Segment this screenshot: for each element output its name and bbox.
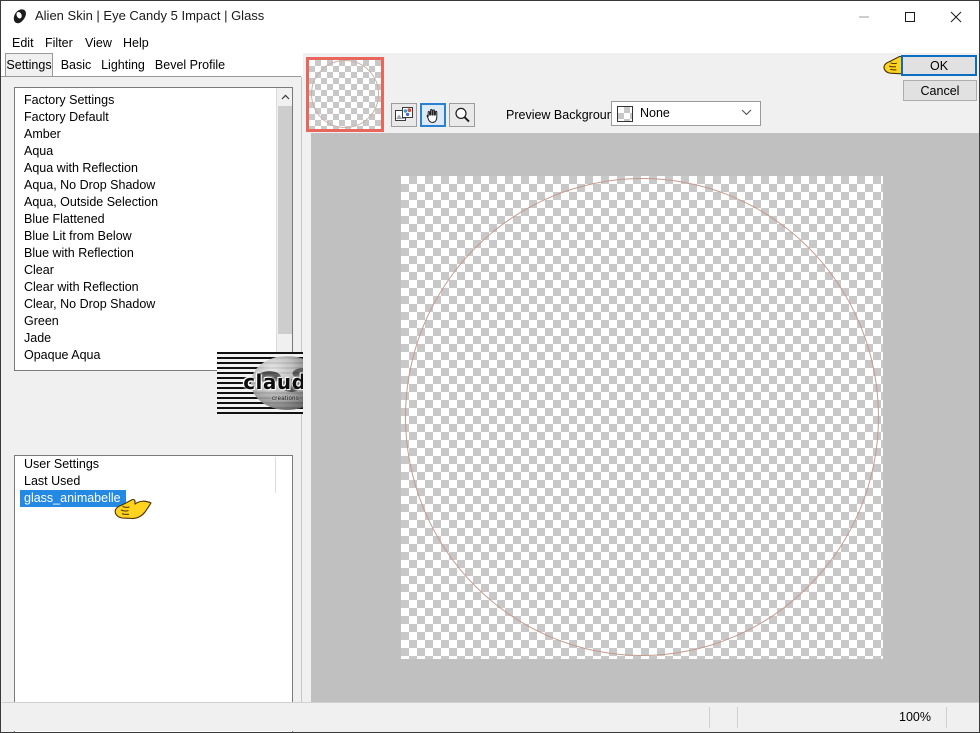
factory-settings-list[interactable]: Factory Settings Factory Default Amber A… [14, 87, 293, 371]
list-item[interactable]: Clear with Reflection [15, 279, 277, 296]
list-item[interactable]: Green [15, 313, 277, 330]
list-item[interactable]: Aqua with Reflection [15, 160, 277, 177]
menu-bar: Edit Filter View Help [1, 32, 979, 53]
compare-view-icon[interactable] [391, 103, 417, 127]
list-item[interactable]: Aqua, No Drop Shadow [15, 177, 277, 194]
app-gem-icon [11, 8, 28, 25]
list-item[interactable]: Clear [15, 262, 277, 279]
settings-panel: Factory Settings Factory Default Amber A… [2, 77, 354, 732]
minimize-button[interactable] [841, 1, 887, 32]
zoom-level-label: 100% [899, 710, 931, 724]
preview-background-label: Preview Background: [506, 108, 625, 122]
list-divider [275, 457, 276, 493]
application-window: Alien Skin | Eye Candy 5 Impact | Glass … [0, 0, 980, 733]
preview-thumbnail[interactable] [306, 57, 384, 132]
list-item[interactable]: Aqua, Outside Selection [15, 194, 277, 211]
scrollbar-thumb[interactable] [278, 106, 292, 334]
cancel-button[interactable]: Cancel [903, 80, 977, 101]
list-item[interactable]: Factory Default [15, 109, 277, 126]
menu-item-help[interactable]: Help [120, 35, 152, 51]
user-settings-list[interactable]: User Settings Last Used glass_animabelle [14, 455, 293, 732]
tab-lighting[interactable]: Lighting [97, 53, 149, 77]
list-item[interactable]: Blue with Reflection [15, 245, 277, 262]
ok-button[interactable]: OK [901, 55, 977, 76]
factory-settings-items: Factory Settings Factory Default Amber A… [15, 88, 277, 370]
status-bar: 100% [2, 702, 979, 731]
menu-item-view[interactable]: View [82, 35, 115, 51]
menu-item-edit[interactable]: Edit [9, 35, 37, 51]
status-separator [946, 707, 947, 728]
pointing-hand-annotation-user-setting [112, 498, 152, 522]
preview-canvas[interactable] [311, 133, 979, 703]
chevron-down-icon[interactable] [741, 107, 752, 119]
list-item[interactable]: Jade [15, 330, 277, 347]
list-item[interactable]: Blue Flattened [15, 211, 277, 228]
hand-pan-icon[interactable] [420, 103, 446, 127]
user-settings-header: User Settings [24, 457, 100, 471]
status-separator [709, 707, 710, 728]
tab-basic[interactable]: Basic [57, 53, 95, 77]
preview-background-select[interactable]: None [611, 101, 761, 126]
tab-bevel-profile[interactable]: Bevel Profile [151, 53, 229, 77]
tab-settings[interactable]: Settings [5, 53, 53, 77]
title-bar: Alien Skin | Eye Candy 5 Impact | Glass [1, 1, 979, 32]
chevron-up-icon[interactable] [277, 88, 292, 105]
glass-circle-outline [405, 178, 879, 656]
maximize-button[interactable] [887, 1, 933, 32]
list-item[interactable]: Blue Lit from Below [15, 228, 277, 245]
preview-background-value: None [640, 106, 670, 120]
list-item[interactable]: Clear, No Drop Shadow [15, 296, 277, 313]
list-item-selected[interactable]: glass_animabelle [20, 490, 126, 507]
artboard-checker-background [401, 176, 883, 659]
list-item[interactable]: Aqua [15, 143, 277, 160]
thumbnail-circle-outline [311, 60, 379, 128]
menu-item-filter[interactable]: Filter [42, 35, 76, 51]
zoom-magnifier-icon[interactable] [449, 103, 475, 127]
list-item[interactable]: Amber [15, 126, 277, 143]
window-title: Alien Skin | Eye Candy 5 Impact | Glass [35, 8, 265, 23]
status-separator [737, 707, 738, 728]
close-button[interactable] [933, 1, 979, 32]
checker-swatch-icon [617, 106, 633, 122]
factory-settings-header: Factory Settings [24, 93, 115, 107]
list-item[interactable]: Last Used [15, 473, 292, 490]
factory-list-scrollbar[interactable] [276, 88, 292, 370]
